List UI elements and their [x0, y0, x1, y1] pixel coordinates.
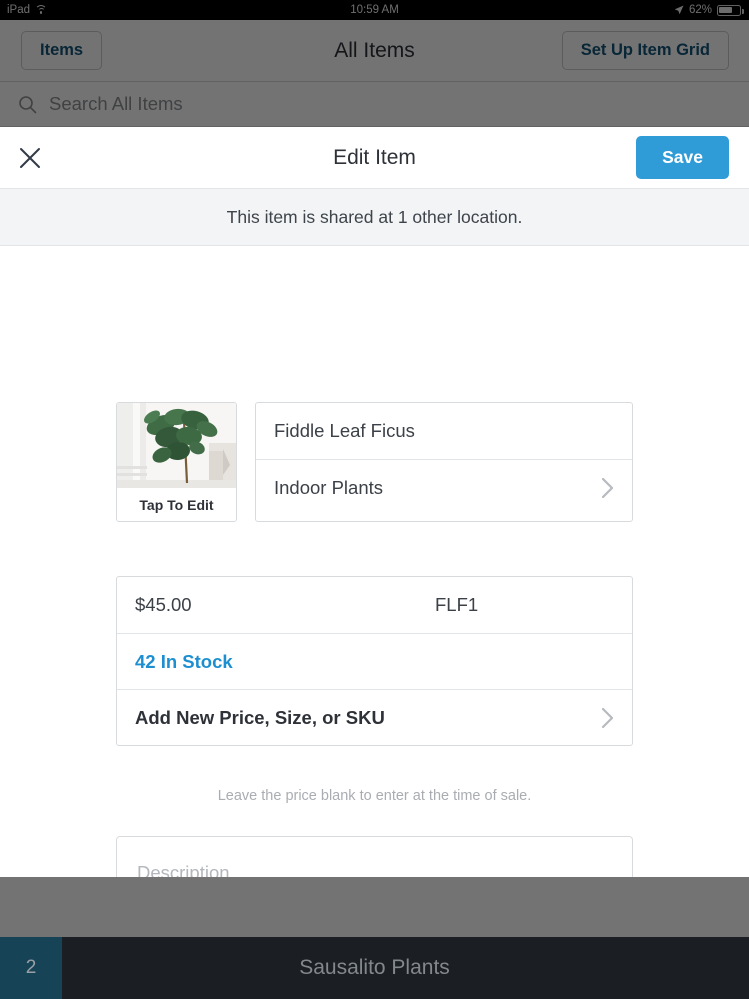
variation-price: $45.00: [135, 594, 192, 615]
status-bar: iPad 10:59 AM 62%: [0, 0, 749, 20]
screen: iPad 10:59 AM 62% Items All Items Set Up…: [0, 0, 749, 999]
search-input[interactable]: Search All Items: [49, 93, 183, 115]
item-details-card: Fiddle Leaf Ficus Indoor Plants: [255, 402, 633, 522]
shared-location-notice: This item is shared at 1 other location.: [0, 189, 749, 246]
chevron-right-icon: [601, 707, 614, 729]
modal-body: Tap To Edit Fiddle Leaf Ficus Indoor Pla…: [0, 246, 749, 877]
description-placeholder: Description: [137, 862, 230, 877]
status-bar-right: 62%: [674, 4, 744, 16]
bottom-bar: 2 Sausalito Plants: [0, 937, 749, 999]
stock-count: 42 In Stock: [135, 650, 233, 672]
battery-icon: [717, 4, 744, 16]
variations-card: $45.00 FLF1 42 In Stock Add New Price, S…: [116, 576, 633, 746]
item-photo-card[interactable]: Tap To Edit: [116, 402, 237, 522]
chevron-right-icon: [601, 477, 614, 499]
save-button[interactable]: Save: [636, 136, 729, 179]
edit-item-modal: Edit Item Save This item is shared at 1 …: [0, 127, 749, 877]
search-icon: [18, 95, 37, 114]
location-arrow-icon: [674, 5, 684, 15]
set-up-item-grid-button[interactable]: Set Up Item Grid: [561, 31, 729, 70]
item-identity-row: Tap To Edit Fiddle Leaf Ficus Indoor Pla…: [116, 402, 633, 522]
add-variation-label: Add New Price, Size, or SKU: [135, 706, 385, 728]
stock-row[interactable]: 42 In Stock: [117, 633, 632, 689]
item-name-field[interactable]: Fiddle Leaf Ficus: [256, 403, 632, 459]
search-bar[interactable]: Search All Items: [0, 82, 749, 127]
tap-to-edit-label: Tap To Edit: [117, 488, 236, 521]
status-bar-clock: 10:59 AM: [350, 4, 399, 16]
modal-header: Edit Item Save: [0, 127, 749, 189]
price-hint-text: Leave the price blank to enter at the ti…: [217, 788, 532, 804]
item-category-value: Indoor Plants: [274, 476, 384, 498]
add-variation-row[interactable]: Add New Price, Size, or SKU: [117, 689, 632, 745]
battery-percent: 62%: [688, 4, 712, 16]
fiddle-leaf-fig-plant-photo: [117, 403, 236, 488]
app-nav-bar: Items All Items Set Up Item Grid: [0, 20, 749, 82]
location-name: Sausalito Plants: [299, 956, 450, 979]
description-input[interactable]: Description: [116, 836, 633, 877]
variation-row[interactable]: $45.00 FLF1: [117, 577, 632, 633]
item-category-row[interactable]: Indoor Plants: [256, 459, 632, 515]
variation-sku: FLF1: [435, 594, 479, 615]
item-name-value: Fiddle Leaf Ficus: [274, 420, 415, 441]
